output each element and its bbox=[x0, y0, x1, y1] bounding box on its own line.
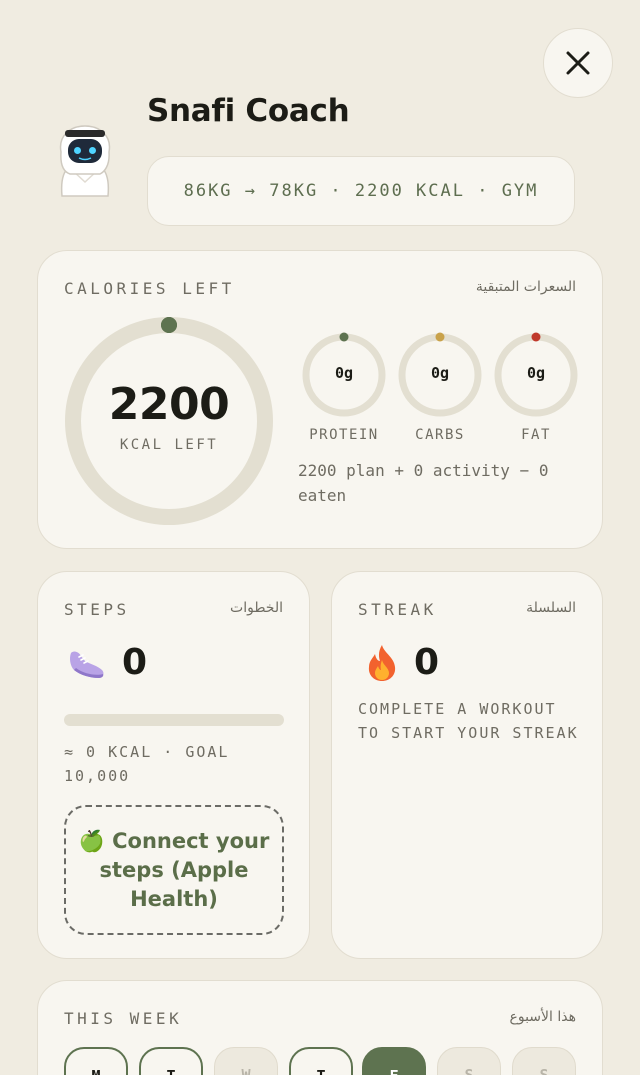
protein-label: PROTEIN bbox=[309, 427, 379, 443]
calories-label-ar: السعرات المتبقية bbox=[475, 279, 576, 295]
calories-remaining: 2200 bbox=[108, 379, 230, 430]
calories-ring-knob bbox=[161, 317, 177, 333]
carbs-dot bbox=[435, 332, 445, 342]
goal-summary-badge[interactable]: 86KG → 78KG · 2200 KCAL · GYM bbox=[147, 156, 575, 226]
streak-label-ar: السلسلة bbox=[526, 600, 576, 616]
day-pill-sun[interactable]: S bbox=[512, 1047, 576, 1075]
coach-avatar bbox=[52, 122, 118, 198]
steps-stat: 0 bbox=[68, 642, 147, 683]
carbs-label: CARBS bbox=[415, 427, 465, 443]
connect-apple-health-button[interactable]: 🍏 Connect your steps (Apple Health) bbox=[64, 805, 284, 935]
day-pill-sat[interactable]: S bbox=[437, 1047, 501, 1075]
this-week-card[interactable]: THIS WEEK هذا الأسبوع M T W T F S S bbox=[37, 980, 603, 1075]
sneaker-icon bbox=[70, 651, 104, 678]
calories-label: CALORIES LEFT bbox=[64, 279, 235, 298]
calories-formula: 2200 plan + 0 activity − 0 eaten bbox=[298, 461, 549, 505]
day-pill-mon[interactable]: M bbox=[64, 1047, 128, 1075]
streak-count: 0 bbox=[414, 642, 440, 683]
steps-progress-bar bbox=[64, 714, 284, 726]
steps-label: STEPS bbox=[64, 600, 130, 619]
day-pill-tue[interactable]: T bbox=[139, 1047, 203, 1075]
streak-label: STREAK bbox=[358, 600, 437, 619]
robot-avatar-icon bbox=[59, 125, 111, 197]
day-pill-wed[interactable]: W bbox=[214, 1047, 278, 1075]
streak-card[interactable]: STREAK السلسلة 0 COMPLETE A WORKOUT TO S… bbox=[331, 571, 603, 959]
fat-dot bbox=[531, 332, 541, 342]
fat-label: FAT bbox=[521, 427, 551, 443]
steps-label-ar: الخطوات bbox=[230, 600, 283, 616]
day-pill-thu[interactable]: T bbox=[289, 1047, 353, 1075]
steps-count: 0 bbox=[122, 642, 148, 683]
steps-card[interactable]: STEPS الخطوات 0 ≈ 0 KCAL · GOAL 10,000 🍏… bbox=[37, 571, 310, 959]
macro-carbs[interactable]: 0g CARBS bbox=[396, 331, 484, 451]
streak-stat: 0 bbox=[366, 642, 439, 683]
close-icon bbox=[566, 51, 590, 75]
calories-card[interactable]: CALORIES LEFT السعرات المتبقية 2200 KCAL… bbox=[37, 250, 603, 549]
calories-unit: KCAL LEFT bbox=[119, 437, 219, 453]
close-button[interactable] bbox=[543, 28, 613, 98]
fat-value: 0g bbox=[526, 364, 546, 382]
protein-dot bbox=[339, 332, 349, 342]
steps-goal-meta: ≈ 0 KCAL · GOAL 10,000 bbox=[64, 743, 230, 785]
page-title: Snafi Coach bbox=[147, 93, 350, 129]
macro-fat[interactable]: 0g FAT bbox=[492, 331, 580, 451]
protein-value: 0g bbox=[334, 364, 354, 382]
macro-protein[interactable]: 0g PROTEIN bbox=[300, 331, 388, 451]
day-pill-fri[interactable]: F bbox=[362, 1047, 426, 1075]
carbs-value: 0g bbox=[430, 364, 450, 382]
fire-icon bbox=[368, 644, 396, 681]
week-label: THIS WEEK bbox=[64, 1009, 183, 1028]
week-label-ar: هذا الأسبوع bbox=[509, 1009, 577, 1025]
streak-message: COMPLETE A WORKOUT TO START YOUR STREAK bbox=[358, 700, 579, 742]
